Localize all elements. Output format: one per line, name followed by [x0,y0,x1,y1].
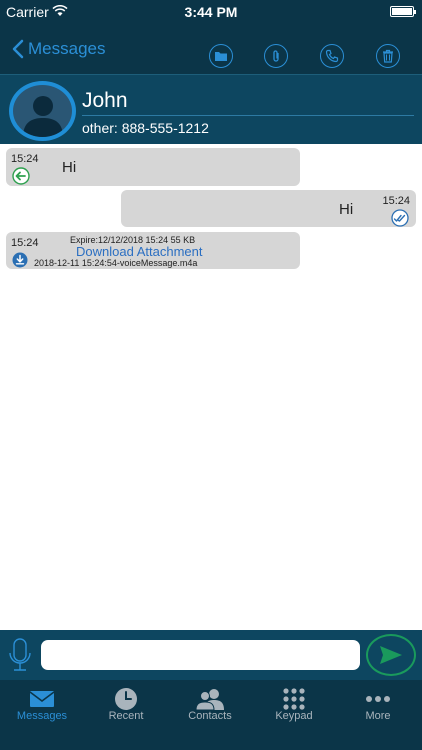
message-bubble-outgoing[interactable]: 15:24 Hi [121,190,416,227]
trash-icon [383,49,393,63]
incoming-arrow-icon [12,167,30,185]
message-time: 15:24 [11,237,39,249]
message-time: 15:24 [382,195,410,207]
tab-more[interactable]: More [336,680,420,750]
send-icon [380,646,402,664]
tab-label: Keypad [275,710,313,722]
people-icon [168,686,252,712]
chevron-left-icon [12,39,24,59]
envelope-icon [0,686,84,712]
tab-messages[interactable]: Messages [0,680,84,750]
delete-button[interactable] [376,44,400,68]
tab-contacts[interactable]: Contacts [168,680,252,750]
keypad-icon [252,686,336,712]
folder-icon [215,52,227,61]
back-button[interactable]: Messages [12,36,105,62]
tab-recent[interactable]: Recent [84,680,168,750]
message-input[interactable] [41,640,360,670]
message-list[interactable]: 15:24 Hi 15:24 Hi 15:24 Expire:12/12/201… [0,144,422,630]
delivered-check-icon [391,209,409,227]
folder-button[interactable] [209,44,233,68]
paperclip-icon [273,50,279,62]
status-bar: Carrier 3:44 PM [0,0,422,24]
message-time: 15:24 [11,153,39,165]
more-dots-icon [336,686,420,712]
clock-icon [84,686,168,712]
tab-label: Messages [16,710,68,722]
download-icon[interactable] [12,252,28,268]
phone-icon [325,49,339,63]
microphone-icon [9,638,31,671]
message-bubble-attachment[interactable]: 15:24 Expire:12/12/2018 15:24 55 KB Down… [6,232,300,269]
clock: 3:44 PM [184,4,238,20]
compose-bar [0,630,422,680]
download-attachment-link[interactable]: Download Attachment [76,244,202,259]
contact-name: John [82,89,128,112]
tab-keypad[interactable]: Keypad [252,680,336,750]
message-bubble-incoming[interactable]: 15:24 Hi [6,148,300,186]
contact-phone: other: 888-555-1212 [82,120,209,136]
avatar[interactable] [9,81,76,141]
divider [82,115,414,116]
person-icon [23,96,63,137]
message-text: Hi [339,201,354,218]
attachment-filename: 2018-12-11 15:24:54-voiceMessage.m4a [34,258,198,268]
send-button[interactable] [366,634,416,676]
battery-icon [390,6,416,17]
microphone-button[interactable] [5,636,35,674]
back-label: Messages [28,39,106,58]
nav-bar: Messages [0,24,422,74]
tab-label: Recent [108,710,144,722]
contact-header: John other: 888-555-1212 [0,74,422,144]
attach-button[interactable] [264,44,288,68]
message-text: Hi [62,159,77,176]
tab-bar: Messages Recent Contacts Keypad More [0,680,422,750]
tab-label: Contacts [188,710,232,722]
call-button[interactable] [320,44,344,68]
tab-label: More [365,710,391,722]
